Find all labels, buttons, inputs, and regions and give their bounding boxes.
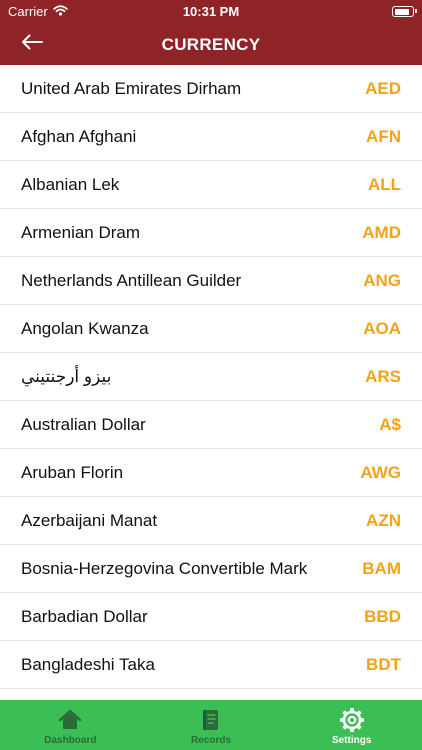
currency-code: AZN bbox=[366, 510, 401, 530]
currency-name: Barbadian Dollar bbox=[21, 606, 148, 626]
tab-label: Settings bbox=[331, 735, 372, 746]
tab-records[interactable]: Records bbox=[141, 700, 282, 750]
currency-code: AMD bbox=[362, 222, 401, 242]
book-icon bbox=[198, 707, 224, 733]
tab-bar: Dashboard Records Settings bbox=[0, 700, 422, 750]
battery-icon bbox=[392, 6, 417, 17]
currency-row[interactable]: Armenian Dram AMD bbox=[0, 209, 422, 257]
currency-row[interactable]: Bangladeshi Taka BDT bbox=[0, 641, 422, 689]
battery-level bbox=[394, 8, 409, 15]
currency-name: Bosnia-Herzegovina Convertible Mark bbox=[21, 558, 308, 578]
currency-row[interactable]: United Arab Emirates Dirham AED bbox=[0, 65, 422, 113]
currency-name: Angolan Kwanza bbox=[21, 318, 149, 338]
currency-name: Afghan Afghani bbox=[21, 126, 137, 146]
currency-row[interactable]: Aruban Florin AWG bbox=[0, 449, 422, 497]
currency-row[interactable]: Azerbaijani Manat AZN bbox=[0, 497, 422, 545]
tab-dashboard[interactable]: Dashboard bbox=[0, 700, 141, 750]
currency-code: ARS bbox=[365, 366, 401, 386]
currency-name: Bangladeshi Taka bbox=[21, 654, 155, 674]
currency-code: ANG bbox=[363, 270, 401, 290]
home-icon bbox=[57, 707, 83, 733]
currency-name: Albanian Lek bbox=[21, 174, 120, 194]
currency-code: AWG bbox=[360, 462, 401, 482]
currency-row[interactable]: Bosnia-Herzegovina Convertible Mark BAM bbox=[0, 545, 422, 593]
currency-row[interactable]: Albanian Lek ALL bbox=[0, 161, 422, 209]
currency-name: Australian Dollar bbox=[21, 414, 146, 434]
currency-list: United Arab Emirates Dirham AED Afghan Afg… bbox=[0, 65, 422, 700]
currency-code: ALL bbox=[367, 174, 401, 194]
tab-settings[interactable]: Settings bbox=[281, 700, 422, 750]
currency-name: Aruban Florin bbox=[21, 462, 124, 482]
status-time: 10:31 PM bbox=[182, 4, 240, 19]
currency-row[interactable]: Barbadian Dollar BBD bbox=[0, 593, 422, 641]
header-bar: CURRENCY bbox=[0, 24, 422, 65]
tab-label: Dashboard bbox=[44, 735, 97, 746]
currency-row[interactable]: Netherlands Antillean Guilder ANG bbox=[0, 257, 422, 305]
currency-code: BAM bbox=[362, 558, 401, 578]
currency-name: Netherlands Antillean Guilder bbox=[21, 270, 242, 290]
currency-code: BDT bbox=[366, 654, 401, 674]
currency-code: BBD bbox=[364, 606, 401, 626]
currency-code: AED bbox=[365, 78, 401, 98]
currency-name: United Arab Emirates Dirham bbox=[21, 78, 242, 98]
currency-row[interactable]: Afghan Afghani AFN bbox=[0, 113, 422, 161]
currency-code: AOA bbox=[363, 318, 401, 338]
currency-row[interactable] bbox=[0, 689, 422, 700]
currency-row[interactable]: Angolan Kwanza AOA bbox=[0, 305, 422, 353]
currency-row[interactable]: Australian Dollar A$ bbox=[0, 401, 422, 449]
currency-name: Armenian Dram bbox=[21, 222, 141, 242]
currency-name: بيزو أرجنتيني bbox=[21, 366, 112, 386]
tab-label: Records bbox=[191, 735, 232, 746]
currency-code: AFN bbox=[366, 126, 401, 146]
page-title: CURRENCY bbox=[161, 35, 261, 54]
status-bar: Carrier 10:31 PM bbox=[0, 0, 422, 24]
currency-name: Azerbaijani Manat bbox=[21, 510, 158, 530]
gear-icon bbox=[339, 707, 365, 733]
currency-row[interactable]: بيزو أرجنتيني ARS bbox=[0, 353, 422, 401]
currency-code: A$ bbox=[379, 414, 401, 434]
